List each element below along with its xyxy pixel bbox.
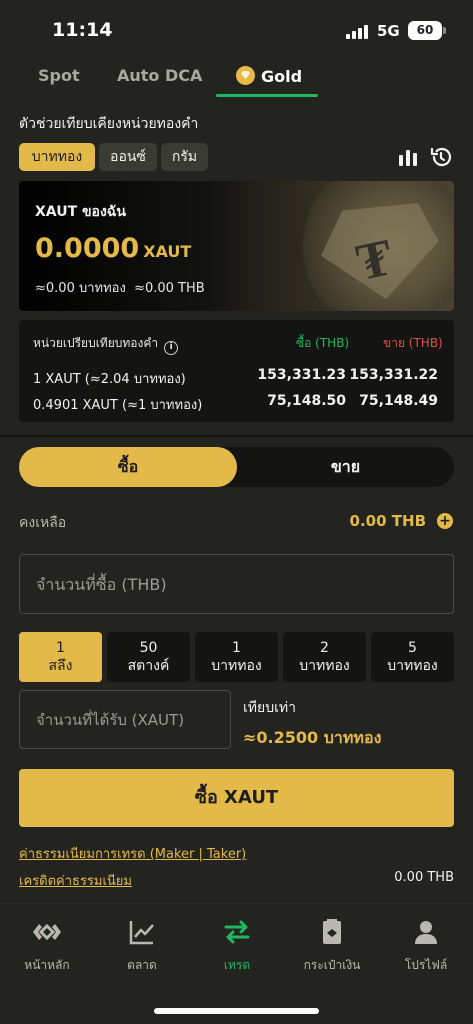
status-time: 11:14 bbox=[52, 19, 113, 41]
preset-unit: บาททอง bbox=[299, 658, 350, 674]
buy-xaut-button[interactable]: ซื้อ XAUT bbox=[19, 769, 454, 827]
preset-value: 50 bbox=[139, 640, 158, 656]
tab-gold-label: Gold bbox=[261, 67, 303, 86]
section-divider bbox=[0, 435, 473, 437]
balance-value: 0.00 THB bbox=[349, 512, 426, 530]
comparison-row-label: 1 XAUT (≈2.04 บาททอง) bbox=[33, 372, 186, 387]
preset-50-satang[interactable]: 50 สตางค์ bbox=[107, 632, 190, 682]
comparison-row-label: 0.4901 XAUT (≈1 บาททอง) bbox=[33, 398, 203, 413]
nav-wallet[interactable]: กระเป๋าเงิน bbox=[292, 918, 372, 975]
unit-chip-baht[interactable]: บาททอง bbox=[19, 143, 95, 171]
comparison-header-label: หน่วยเปรียบเทียบทองคำ bbox=[33, 336, 159, 350]
trade-arrows-icon bbox=[224, 920, 250, 944]
fee-credit-value: 0.00 THB bbox=[394, 870, 454, 885]
helper-title: ตัวช่วยเทียบเคียงหน่วยทองคำ bbox=[19, 116, 199, 132]
preset-1-baht[interactable]: 1 บาททอง bbox=[195, 632, 278, 682]
equivalent-label: เทียบเท่า bbox=[243, 700, 296, 716]
fee-credit-link[interactable]: เครดิตค่าธรรมเนียม bbox=[19, 870, 132, 891]
comparison-row-buy: 153,331.23 bbox=[257, 367, 346, 383]
buy-toggle[interactable]: ซื้อ bbox=[19, 447, 237, 487]
preset-value: 2 bbox=[320, 640, 329, 656]
preset-value: 5 bbox=[408, 640, 417, 656]
comparison-row-buy: 75,148.50 bbox=[267, 393, 346, 409]
comparison-row-sell: 153,331.22 bbox=[349, 367, 438, 383]
tab-auto-dca[interactable]: Auto DCA bbox=[117, 66, 202, 85]
holding-amount: 0.0000 XAUT bbox=[35, 233, 191, 264]
nav-trade-label: เทรด bbox=[223, 958, 251, 972]
nav-profile[interactable]: โปรไฟล์ bbox=[386, 918, 466, 975]
unit-chip-gram[interactable]: กรัม bbox=[161, 143, 208, 171]
top-tabs: Spot Auto DCA Gold bbox=[0, 56, 473, 98]
preset-unit: บาททอง bbox=[211, 658, 262, 674]
info-icon[interactable]: i bbox=[164, 341, 179, 355]
holding-card: ₮ XAUT ของฉัน 0.0000 XAUT ≈0.00 บาททอง ≈0… bbox=[19, 181, 454, 311]
comparison-header: หน่วยเปรียบเทียบทองคำ i bbox=[33, 334, 179, 355]
market-chart-icon bbox=[129, 921, 154, 945]
nav-market[interactable]: ตลาด bbox=[102, 918, 182, 975]
nav-home[interactable]: หน้าหลัก bbox=[7, 918, 87, 975]
receive-amount-input[interactable] bbox=[19, 690, 231, 749]
buy-header: ซื้อ (THB) bbox=[296, 336, 350, 350]
preset-1-salueng[interactable]: 1 สลึง bbox=[19, 632, 102, 682]
holding-amount-value: 0.0000 bbox=[35, 233, 140, 264]
network-label: 5G bbox=[377, 22, 400, 40]
equivalent-value: ≈0.2500 บาททอง bbox=[243, 728, 382, 747]
home-indicator bbox=[154, 1008, 319, 1014]
preset-value: 1 bbox=[232, 640, 241, 656]
balance-label: คงเหลือ bbox=[19, 515, 67, 531]
active-tab-indicator bbox=[216, 94, 318, 97]
add-funds-icon[interactable]: + bbox=[437, 513, 453, 529]
status-bar: 11:14 5G 60 bbox=[0, 0, 473, 56]
preset-unit: บาททอง bbox=[387, 658, 438, 674]
nav-home-label: หน้าหลัก bbox=[24, 958, 70, 972]
battery-icon: 60 bbox=[408, 21, 442, 40]
trading-fee-link[interactable]: ค่าธรรมเนียมการเทรด (Maker | Taker) bbox=[19, 843, 246, 864]
holding-conversion: ≈0.00 บาททอง ≈0.00 THB bbox=[35, 281, 205, 296]
trade-side-toggle: ซื้อ ขาย bbox=[19, 447, 454, 487]
unit-chip-ounce[interactable]: ออนซ์ bbox=[99, 143, 157, 171]
preset-unit: สลึง bbox=[48, 658, 73, 674]
preset-unit: สตางค์ bbox=[127, 658, 170, 674]
profile-icon bbox=[415, 921, 437, 944]
battery-tip bbox=[443, 27, 446, 34]
preset-5-baht[interactable]: 5 บาททอง bbox=[371, 632, 454, 682]
preset-2-baht[interactable]: 2 บาททอง bbox=[283, 632, 366, 682]
holding-unit: XAUT bbox=[143, 242, 192, 261]
nav-market-label: ตลาด bbox=[127, 958, 157, 972]
bar-chart-icon[interactable] bbox=[396, 145, 420, 169]
comparison-row-sell: 75,148.49 bbox=[359, 393, 438, 409]
comparison-card: หน่วยเปรียบเทียบทองคำ i ซื้อ (THB) ขาย (T… bbox=[19, 320, 454, 422]
holding-label: XAUT ของฉัน bbox=[35, 204, 126, 220]
history-icon[interactable] bbox=[429, 145, 453, 169]
sell-toggle[interactable]: ขาย bbox=[237, 447, 454, 487]
preset-value: 1 bbox=[56, 640, 65, 656]
nav-trade[interactable]: เทรด bbox=[197, 918, 277, 975]
signal-icon bbox=[346, 25, 372, 39]
nav-wallet-label: กระเป๋าเงิน bbox=[303, 958, 361, 972]
tab-gold[interactable]: Gold bbox=[236, 66, 302, 86]
gold-diamond-icon bbox=[236, 66, 255, 85]
sell-header: ขาย (THB) bbox=[383, 336, 443, 350]
nav-profile-label: โปรไฟล์ bbox=[404, 958, 448, 972]
wallet-icon bbox=[323, 919, 341, 944]
tab-spot[interactable]: Spot bbox=[38, 66, 80, 85]
buy-amount-input[interactable] bbox=[19, 554, 454, 614]
home-logo-icon bbox=[33, 923, 61, 941]
bottom-nav: หน้าหลัก ตลาด เทรด กระเป๋าเงิน โปรไฟล์ bbox=[0, 903, 473, 1024]
